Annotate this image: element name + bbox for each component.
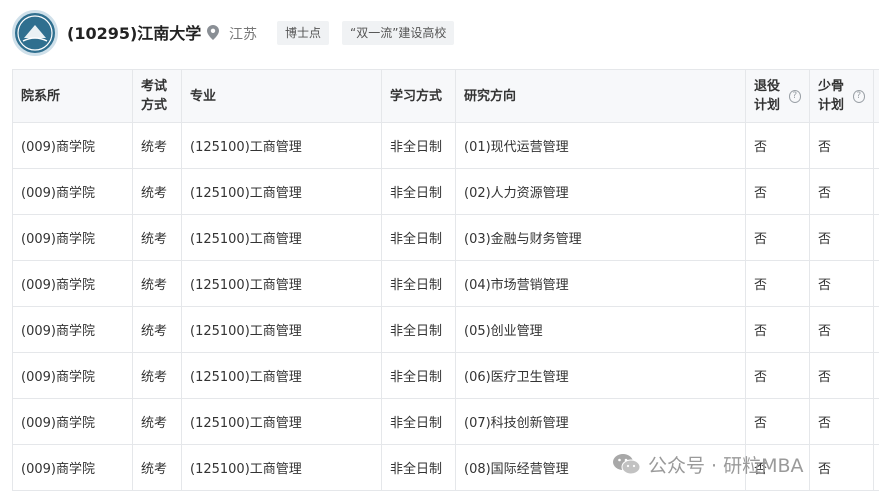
table-row[interactable]: (009)商学院 统考 (125100)工商管理 非全日制 (01)现代运营管理否否 (12, 122, 879, 169)
column-header: 院系所 (12, 69, 133, 123)
major-cell: (125100)工商管理 (181, 260, 382, 307)
veteran-plan-cell: 否 (745, 168, 810, 215)
column-header: 学习方式 (381, 69, 456, 123)
research-direction-cell: (02)人力资源管理 (455, 168, 746, 215)
exam-type-cell: 统考 (132, 122, 182, 169)
major-cell: (125100)工商管理 (181, 444, 382, 491)
major-cell: (125100)工商管理 (181, 352, 382, 399)
overflow-cell (873, 122, 879, 169)
overflow-cell (873, 444, 879, 491)
overflow-cell (873, 168, 879, 215)
department-cell: (009)商学院 (12, 214, 133, 261)
tag-doctoral: 博士点 (277, 21, 330, 45)
department-cell: (009)商学院 (12, 398, 133, 445)
overflow-cell (873, 214, 879, 261)
overflow-cell (873, 306, 879, 353)
minority-plan-cell: 否 (809, 168, 874, 215)
study-mode-cell: 非全日制 (381, 122, 456, 169)
exam-type-cell: 统考 (132, 214, 182, 261)
exam-type-cell: 统考 (132, 398, 182, 445)
department-cell: (009)商学院 (12, 168, 133, 215)
major-cell: (125100)工商管理 (181, 168, 382, 215)
minority-plan-cell: 否 (809, 352, 874, 399)
veteran-plan-cell: 否 (745, 260, 810, 307)
table-row[interactable]: (009)商学院 统考 (125100)工商管理 非全日制 (06)医疗卫生管理否否 (12, 352, 879, 399)
major-cell: (125100)工商管理 (181, 214, 382, 261)
study-mode-cell: 非全日制 (381, 214, 456, 261)
research-direction-cell: (01)现代运营管理 (455, 122, 746, 169)
help-icon[interactable]: ? (852, 89, 865, 103)
department-cell: (009)商学院 (12, 352, 133, 399)
table-row[interactable]: (009)商学院 统考 (125100)工商管理 非全日制 (05)创业管理否否 (12, 306, 879, 353)
table-row[interactable]: (009)商学院 统考 (125100)工商管理 非全日制 (04)市场营销管理否否 (12, 260, 879, 307)
minority-plan-cell: 否 (809, 444, 874, 491)
study-mode-cell: 非全日制 (381, 352, 456, 399)
university-logo (12, 10, 58, 56)
minority-plan-cell: 否 (809, 122, 874, 169)
exam-type-cell: 统考 (132, 168, 182, 215)
study-mode-cell: 非全日制 (381, 444, 456, 491)
overflow-cell (873, 398, 879, 445)
veteran-plan-cell: 否 (745, 352, 810, 399)
research-direction-cell: (06)医疗卫生管理 (455, 352, 746, 399)
column-header: 考试方式 (132, 69, 182, 123)
minority-plan-cell: 否 (809, 214, 874, 261)
table-row[interactable]: (009)商学院 统考 (125100)工商管理 非全日制 (02)人力资源管理否否 (12, 168, 879, 215)
study-mode-cell: 非全日制 (381, 260, 456, 307)
table-row[interactable]: (009)商学院 统考 (125100)工商管理 非全日制 (07)科技创新管理否否 (12, 398, 879, 445)
study-mode-cell: 非全日制 (381, 306, 456, 353)
overflow-cell (873, 352, 879, 399)
veteran-plan-cell: 否 (745, 306, 810, 353)
column-header: 研究方向 (455, 69, 746, 123)
column-header: 退役计划? (745, 69, 810, 123)
exam-type-cell: 统考 (132, 306, 182, 353)
column-header: 专业 (181, 69, 382, 123)
column-header-overflow (873, 69, 879, 123)
exam-type-cell: 统考 (132, 352, 182, 399)
research-direction-cell: (07)科技创新管理 (455, 398, 746, 445)
department-cell: (009)商学院 (12, 444, 133, 491)
table-header-row: 院系所 考试方式 专业 学习方式 研究方向 退役计划? 少骨计划? (12, 69, 879, 123)
major-cell: (125100)工商管理 (181, 398, 382, 445)
exam-type-cell: 统考 (132, 260, 182, 307)
wechat-icon (613, 454, 641, 475)
veteran-plan-cell: 否 (745, 214, 810, 261)
study-mode-cell: 非全日制 (381, 168, 456, 215)
major-cell: (125100)工商管理 (181, 122, 382, 169)
university-name[interactable]: (10295)江南大学 (67, 20, 201, 44)
overflow-cell (873, 260, 879, 307)
veteran-plan-cell: 否 (745, 398, 810, 445)
department-cell: (009)商学院 (12, 306, 133, 353)
location-pin-icon (207, 25, 219, 40)
veteran-plan-cell: 否 (745, 122, 810, 169)
watermark-text: 公众号 · 研粒MBA (648, 455, 804, 477)
help-icon[interactable]: ? (788, 89, 801, 103)
school-header: (10295)江南大学 江苏 博士点 “双一流”建设高校 (0, 0, 879, 66)
table-row[interactable]: (009)商学院 统考 (125100)工商管理 非全日制 (03)金融与财务管理否否 (12, 214, 879, 261)
minority-plan-cell: 否 (809, 398, 874, 445)
department-cell: (009)商学院 (12, 260, 133, 307)
minority-plan-cell: 否 (809, 306, 874, 353)
minority-plan-cell: 否 (809, 260, 874, 307)
tag-double-first-class: “双一流”建设高校 (342, 21, 455, 45)
column-header: 少骨计划? (809, 69, 874, 123)
research-direction-cell: (05)创业管理 (455, 306, 746, 353)
research-direction-cell: (04)市场营销管理 (455, 260, 746, 307)
department-cell: (009)商学院 (12, 122, 133, 169)
program-table: 院系所 考试方式 专业 学习方式 研究方向 退役计划? 少骨计划? (009)商… (12, 69, 879, 491)
research-direction-cell: (03)金融与财务管理 (455, 214, 746, 261)
major-cell: (125100)工商管理 (181, 306, 382, 353)
province-label: 江苏 (229, 27, 257, 43)
exam-type-cell: 统考 (132, 444, 182, 491)
study-mode-cell: 非全日制 (381, 398, 456, 445)
